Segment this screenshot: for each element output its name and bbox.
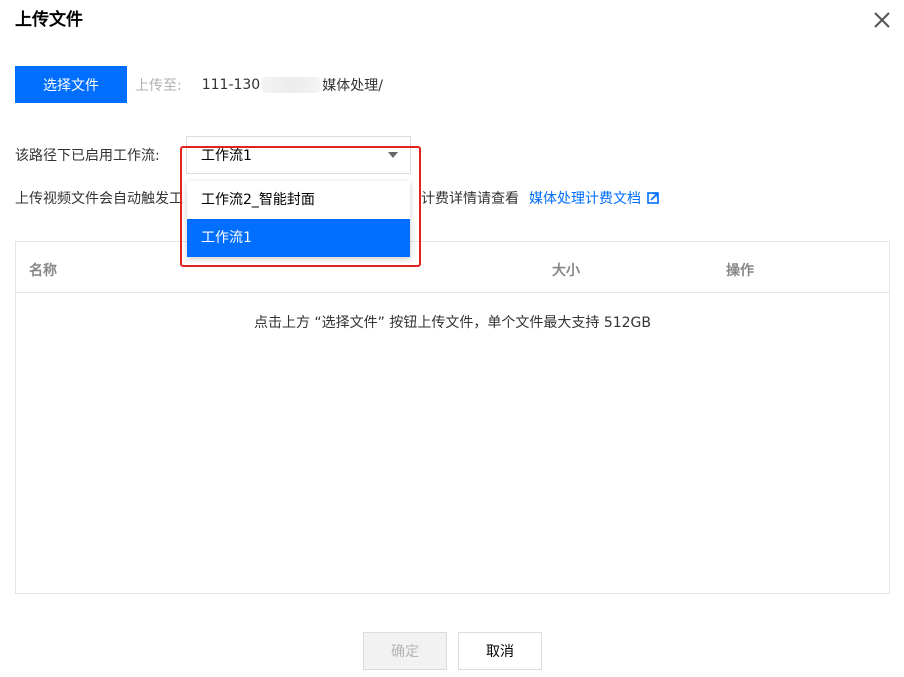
upload-path-suffix: 媒体处理/	[322, 77, 383, 94]
close-button[interactable]	[870, 8, 894, 32]
upload-row: 选择文件 上传至: 111-130 媒体处理/	[15, 66, 383, 103]
workflow-dropdown: 工作流2_智能封面 工作流1	[187, 181, 410, 257]
table-header: 名称 大小 操作	[16, 242, 889, 293]
external-link-icon	[647, 192, 659, 204]
upload-path-prefix: 111-130	[201, 76, 261, 93]
cancel-button[interactable]: 取消	[458, 632, 542, 670]
billing-doc-link-text: 媒体处理计费文档	[529, 191, 641, 207]
upload-to-label: 上传至:	[135, 77, 182, 94]
confirm-button[interactable]: 确定	[363, 632, 447, 670]
dialog-footer: 确定 取消	[0, 632, 904, 670]
column-header-name: 名称	[29, 263, 57, 279]
caret-down-icon	[388, 152, 398, 158]
workflow-option-1[interactable]: 工作流1	[187, 219, 410, 257]
billing-doc-link[interactable]: 媒体处理计费文档	[529, 188, 659, 208]
table-empty-text: 点击上方 “选择文件” 按钮上传文件，单个文件最大支持 512GB	[253, 315, 652, 331]
workflow-notice: 上传视频文件会自动触发工 计费详情请查看 媒体处理计费文档	[15, 188, 895, 208]
notice-text-before: 上传视频文件会自动触发工	[15, 191, 183, 207]
close-icon	[874, 12, 890, 28]
path-redaction	[262, 76, 321, 93]
workflow-select[interactable]: 工作流1	[186, 136, 411, 174]
column-header-size: 大小	[552, 263, 580, 279]
workflow-option-smart-cover[interactable]: 工作流2_智能封面	[187, 181, 410, 219]
workflow-row: 该路径下已启用工作流: 工作流1	[15, 136, 411, 174]
workflow-label: 该路径下已启用工作流:	[15, 148, 160, 164]
workflow-select-value: 工作流1	[201, 148, 252, 164]
dialog-title: 上传文件	[15, 10, 83, 30]
notice-text-after: 计费详情请查看	[421, 191, 519, 207]
select-file-button[interactable]: 选择文件	[15, 66, 127, 103]
file-table: 名称 大小 操作 点击上方 “选择文件” 按钮上传文件，单个文件最大支持 512…	[15, 241, 890, 594]
upload-dialog: 上传文件 选择文件 上传至: 111-130 媒体处理/ 该路径下已启用工作流:…	[0, 0, 904, 677]
column-header-actions: 操作	[726, 263, 754, 279]
